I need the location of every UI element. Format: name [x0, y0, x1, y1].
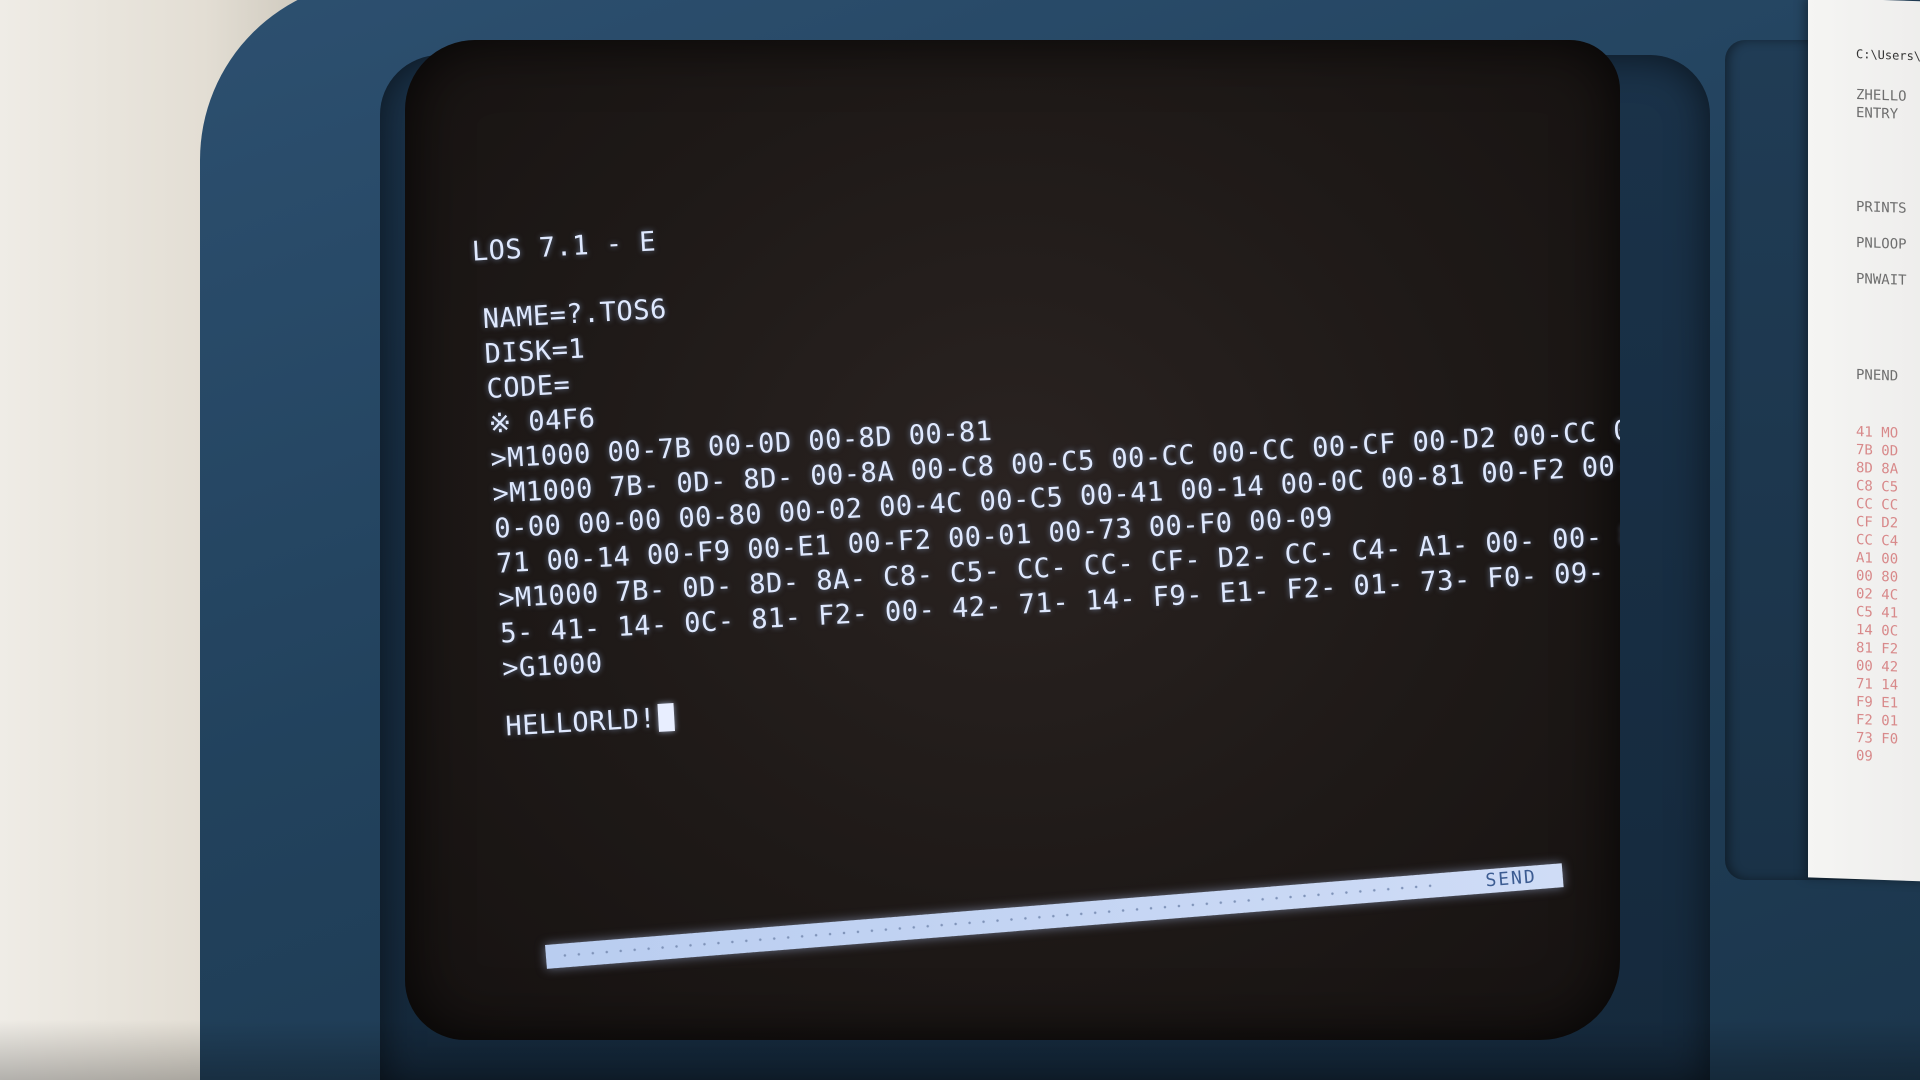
paper-line: PNLOOP [1856, 235, 1907, 253]
paper-line: 7B 0D [1856, 442, 1899, 460]
paper-line: CF D2 [1856, 514, 1899, 532]
paper-line: PRINTS [1856, 199, 1907, 217]
paper-line: CC CC [1856, 496, 1899, 514]
paper-line: 09 [1856, 748, 1873, 765]
text-cursor [657, 703, 675, 732]
paper-printout: C:\Users\Ke ZHELLO ENTRY PRINTS PNLOOP P… [1808, 0, 1920, 883]
terminal-line: DISK=1 [483, 333, 586, 371]
vignette [0, 1020, 1920, 1080]
output-text: HELLORLD! [504, 703, 657, 743]
paper-line: C5 41 [1856, 604, 1899, 622]
terminal-line-output: HELLORLD! [505, 702, 675, 742]
terminal-line: ※ 04F6 [487, 402, 597, 440]
send-indicator: SEND [1484, 866, 1538, 892]
paper-line: CC C4 [1856, 532, 1899, 550]
paper-line: F9 E1 [1856, 694, 1899, 712]
photo-scene: C:\Users\Ke ZHELLO ENTRY PRINTS PNLOOP P… [0, 0, 1920, 1080]
terminal-line-header: LOS 7.1 - E [471, 226, 657, 268]
paper-line: 8D 8A [1856, 460, 1899, 478]
paper-line: PNEND [1856, 367, 1899, 385]
paper-line: F2 01 [1856, 712, 1899, 730]
crt-screen: LOS 7.1 - E NAME=?.TOS6 DISK=1 CODE= ※ 0… [405, 40, 1620, 1040]
paper-line: 00 42 [1856, 658, 1899, 676]
terminal-line: CODE= [485, 369, 572, 405]
paper-line: ENTRY [1856, 105, 1899, 123]
terminal-line: >G1000 [501, 647, 604, 685]
paper-line: 81 F2 [1856, 640, 1899, 658]
paper-line: 71 14 [1856, 676, 1899, 694]
paper-line: 00 80 [1856, 568, 1899, 586]
paper-line: C:\Users\Ke [1856, 47, 1920, 64]
paper-line: 41 MO [1856, 424, 1899, 442]
paper-line: A1 00 [1856, 550, 1899, 568]
paper-line: C8 C5 [1856, 478, 1899, 496]
paper-line: 73 F0 [1856, 730, 1899, 748]
paper-line: PNWAIT [1856, 271, 1907, 289]
paper-line: ZHELLO [1856, 87, 1907, 105]
paper-line: 02 4C [1856, 586, 1899, 604]
paper-line: 14 0C [1856, 622, 1899, 640]
terminal-line: NAME=?.TOS6 [481, 293, 668, 336]
